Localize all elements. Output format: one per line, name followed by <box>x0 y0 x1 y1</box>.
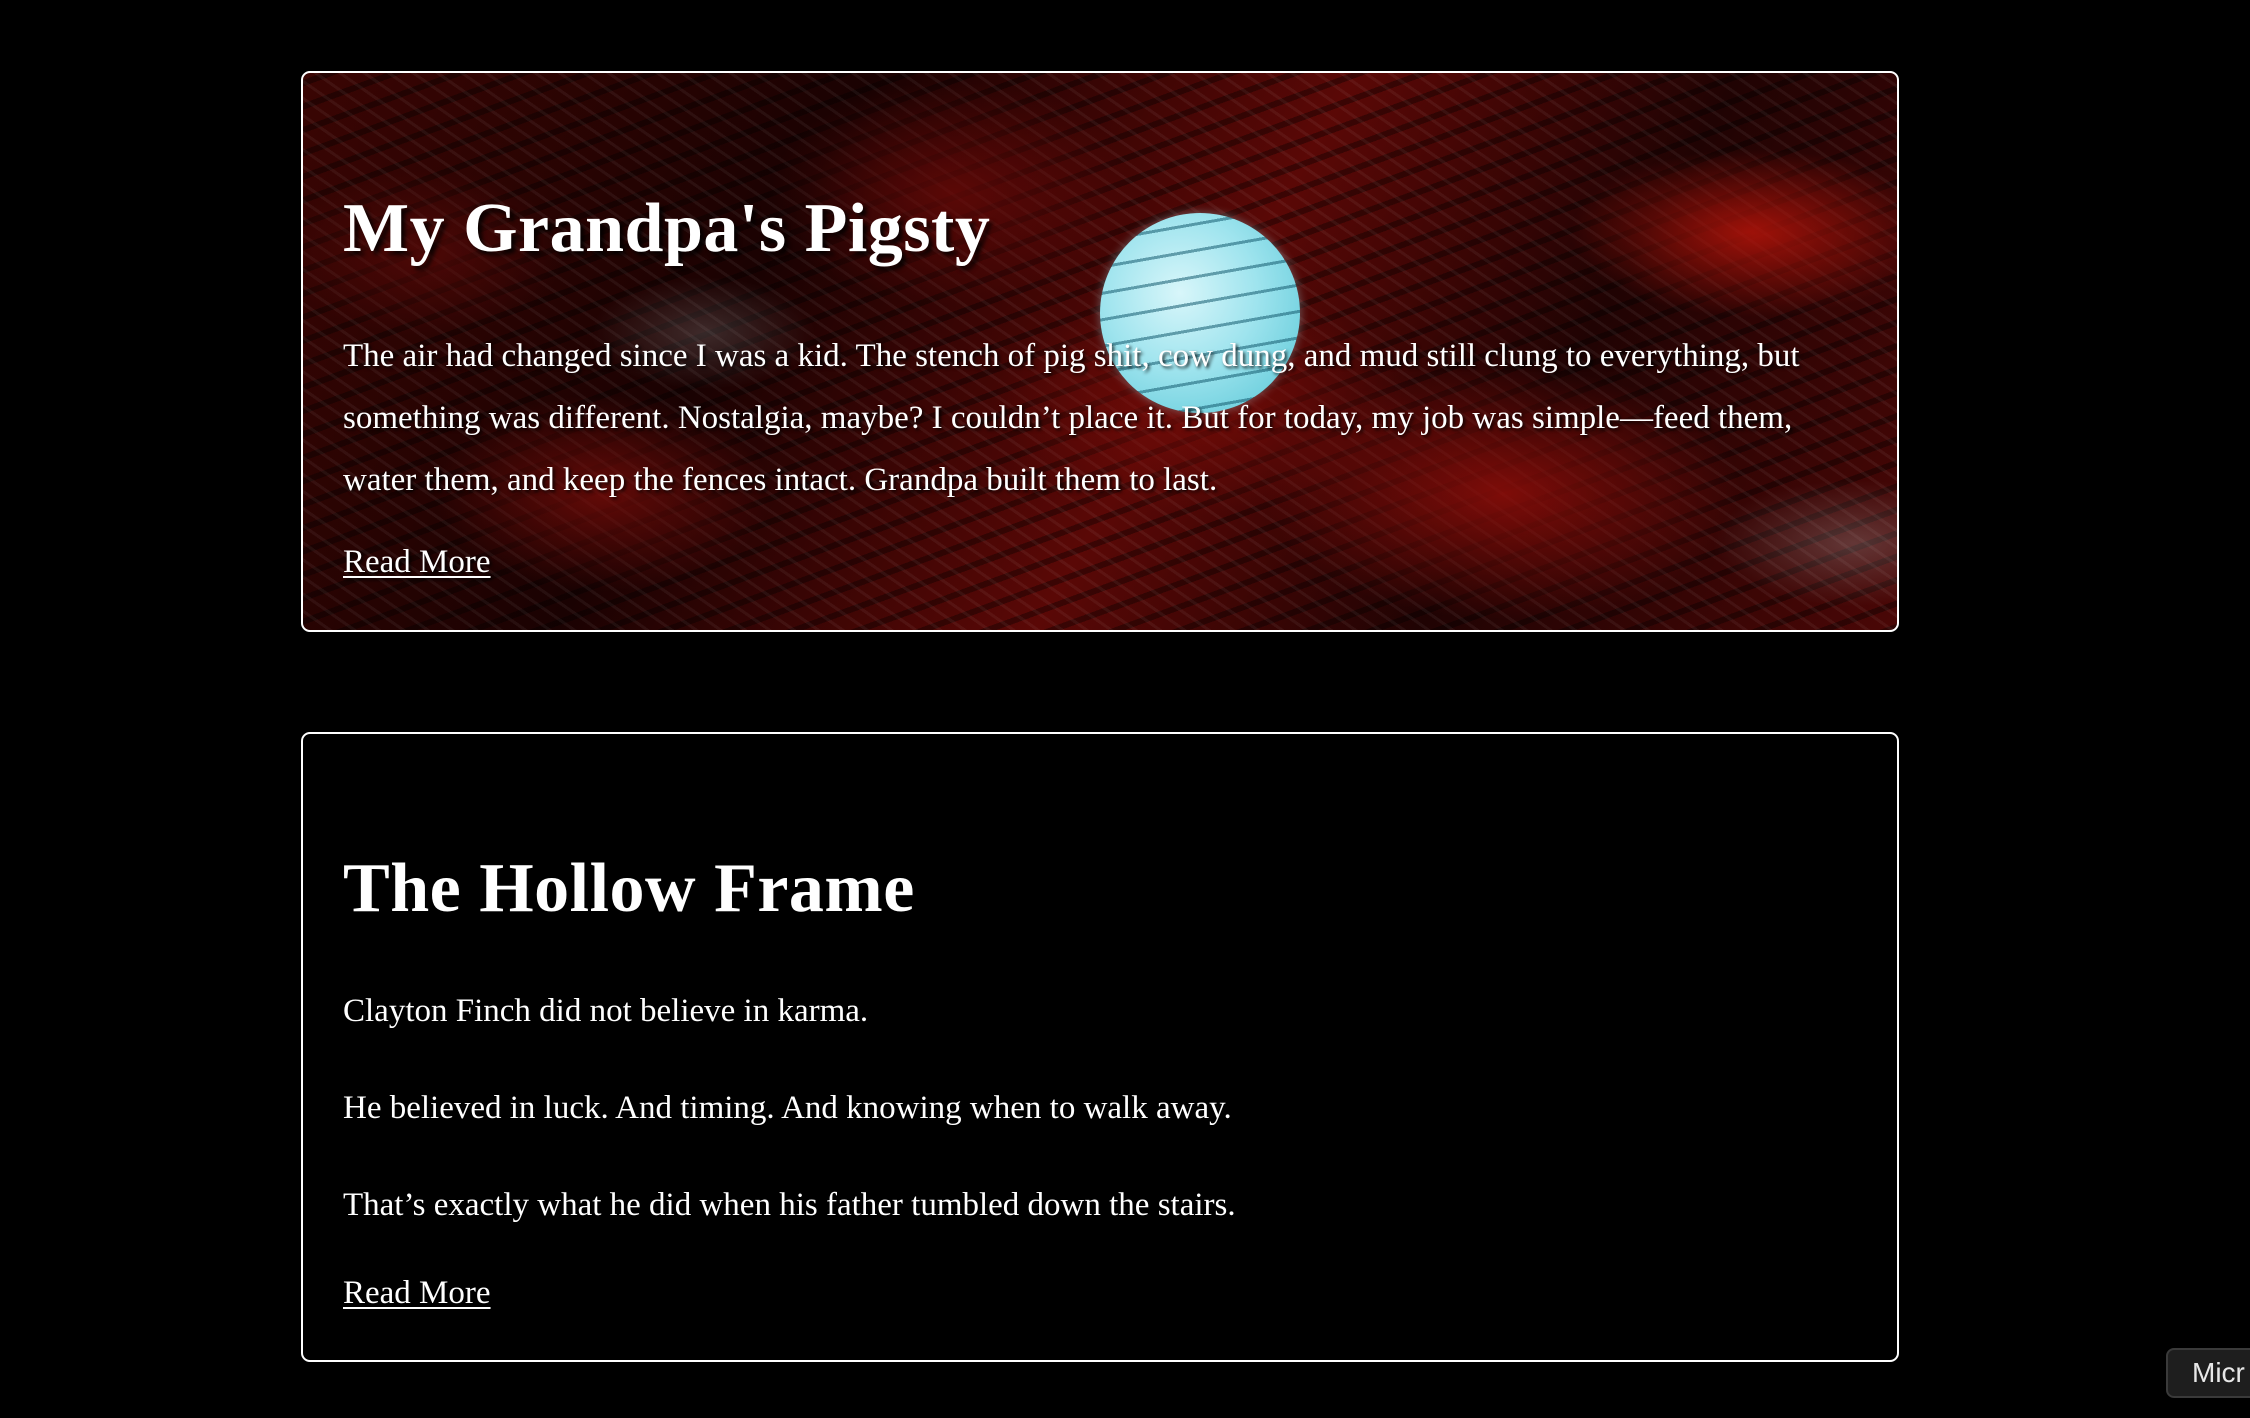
story-paragraph: Clayton Finch did not believe in karma. <box>343 993 869 1029</box>
corner-chip[interactable]: Micr <box>2166 1348 2250 1398</box>
story-paragraph: He believed in luck. And timing. And kno… <box>343 1090 1232 1126</box>
read-more-link[interactable]: Read More <box>343 1274 491 1314</box>
story-card-grandpas-pigsty: My Grandpa's Pigsty The air had changed … <box>301 71 1899 632</box>
story-paragraph: That’s exactly what he did when his fath… <box>343 1187 1236 1223</box>
story-page: My Grandpa's Pigsty The air had changed … <box>0 0 2250 1418</box>
story-card-hollow-frame: The Hollow Frame Clayton Finch did not b… <box>301 732 1899 1362</box>
story-title: My Grandpa's Pigsty <box>343 190 991 267</box>
story-title: The Hollow Frame <box>343 850 915 927</box>
story-excerpt: The air had changed since I was a kid. T… <box>343 338 1800 498</box>
read-more-link[interactable]: Read More <box>343 543 491 583</box>
